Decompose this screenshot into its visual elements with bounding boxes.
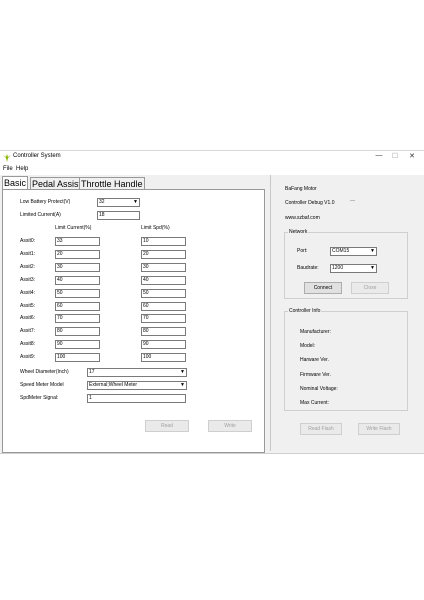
controller-info-label: Manufacturer: bbox=[300, 329, 331, 335]
controller-info-title: Controller Info bbox=[288, 308, 322, 314]
close-connection-button[interactable]: Close bbox=[351, 282, 389, 294]
wheel-diameter-select[interactable]: 17 ▼ bbox=[87, 368, 187, 377]
spdmeter-signal-input[interactable]: 1 bbox=[87, 394, 186, 403]
low-battery-label: Low Battery Protect(V) bbox=[20, 199, 71, 205]
baudrate-label: Baudrate: bbox=[297, 265, 319, 271]
assist-spd-input[interactable]: 50 bbox=[141, 288, 186, 298]
assist-label: Assit6: bbox=[20, 315, 36, 322]
controller-info-label: Max Current: bbox=[300, 400, 329, 406]
port-label: Port: bbox=[297, 248, 308, 254]
app-logo-icon bbox=[3, 154, 11, 162]
assist-spd-input[interactable]: 80 bbox=[141, 327, 186, 337]
assist-current-input[interactable]: 40 bbox=[55, 275, 100, 285]
connection-panel: BaFang Motor Controller Debug V1.0 — www… bbox=[270, 175, 421, 451]
assist-spd-input[interactable]: 100 bbox=[141, 353, 186, 363]
close-window-button[interactable]: ✕ bbox=[405, 152, 419, 160]
chevron-down-icon: ▼ bbox=[180, 382, 185, 388]
window-title: Controller System bbox=[13, 153, 61, 159]
assist-label: Assit1: bbox=[20, 250, 36, 257]
assist-current-input[interactable]: 90 bbox=[55, 340, 100, 350]
menu-help[interactable]: Help bbox=[16, 166, 28, 172]
chevron-down-icon: ▼ bbox=[133, 199, 138, 205]
assist-current-input[interactable]: 20 bbox=[55, 249, 100, 259]
network-group: Network Port: COM15 ▼ Baudrate: 1200 ▼ C… bbox=[284, 229, 408, 299]
minimize-button[interactable]: — bbox=[372, 152, 386, 159]
assist-current-input[interactable]: 60 bbox=[55, 301, 100, 311]
wheel-diameter-value: 17 bbox=[89, 369, 95, 375]
speed-meter-model-value: External;Wheel Meter bbox=[89, 382, 138, 388]
assist-spd-input[interactable]: 30 bbox=[141, 262, 186, 272]
controller-info-label: Nominal Voltage: bbox=[300, 385, 338, 392]
assist-current-input[interactable]: 30 bbox=[55, 262, 100, 272]
wheel-diameter-label: Wheel Diameter(Inch) bbox=[20, 369, 69, 375]
write-flash-button[interactable]: Write Flash bbox=[358, 423, 400, 435]
website-text: www.szbaf.com bbox=[285, 215, 320, 221]
basic-settings-panel: Low Battery Protect(V) 32 ▼ Limited Curr… bbox=[2, 189, 265, 453]
limit-spd-header: Limit Spd(%) bbox=[141, 225, 170, 231]
assist-spd-input[interactable]: 90 bbox=[141, 340, 186, 350]
menu-bar: File Help bbox=[0, 165, 424, 175]
company-name: BaFang Motor bbox=[285, 186, 317, 192]
assist-spd-input[interactable]: 60 bbox=[141, 301, 186, 311]
assist-label: Assit0: bbox=[20, 238, 36, 244]
assist-current-input[interactable]: 80 bbox=[55, 327, 100, 337]
write-button[interactable]: Write bbox=[208, 420, 252, 432]
limited-current-label: Limited Current(A) bbox=[20, 212, 61, 218]
assist-label: Assit9: bbox=[20, 354, 36, 361]
assist-current-input[interactable]: 50 bbox=[55, 288, 100, 298]
controller-info-label: Firmware Ver. bbox=[300, 371, 331, 378]
chevron-down-icon: ▼ bbox=[180, 369, 185, 375]
product-name: Controller Debug V1.0 bbox=[285, 200, 335, 206]
maximize-button[interactable]: ☐ bbox=[388, 152, 402, 160]
baudrate-value: 1200 bbox=[332, 265, 344, 271]
assist-label: Assit4: bbox=[20, 289, 36, 296]
version-mark: — bbox=[350, 198, 355, 204]
assist-spd-input[interactable]: 20 bbox=[141, 249, 186, 259]
chevron-down-icon: ▼ bbox=[370, 265, 375, 271]
spdmeter-signal-label: SpdMeter Signal: bbox=[20, 395, 59, 401]
tab-basic[interactable]: Basic bbox=[2, 176, 29, 190]
speed-meter-model-select[interactable]: External;Wheel Meter ▼ bbox=[87, 381, 187, 390]
menu-file[interactable]: File bbox=[3, 166, 13, 172]
port-select[interactable]: COM15 ▼ bbox=[330, 247, 377, 256]
assist-current-input[interactable]: 100 bbox=[55, 353, 100, 363]
chevron-down-icon: ▼ bbox=[370, 248, 375, 254]
assist-current-input[interactable]: 70 bbox=[55, 314, 100, 324]
assist-label: Assit2: bbox=[20, 263, 36, 270]
low-battery-value: 32 bbox=[99, 199, 105, 205]
controller-info-label: Harware Ver. bbox=[300, 357, 329, 364]
read-flash-button[interactable]: Read Flash bbox=[300, 423, 342, 435]
limited-current-input[interactable]: 18 bbox=[97, 211, 140, 220]
assist-spd-input[interactable]: 70 bbox=[141, 314, 186, 324]
title-bar: Controller System — ☐ ✕ bbox=[0, 151, 424, 165]
assist-label: Assit5: bbox=[20, 302, 36, 309]
baudrate-select[interactable]: 1200 ▼ bbox=[330, 264, 377, 273]
assist-label: Assit3: bbox=[20, 276, 36, 283]
speed-meter-model-label: Speed Meter Model bbox=[20, 382, 64, 388]
application-window: Controller System — ☐ ✕ File Help Basic … bbox=[0, 150, 424, 454]
port-value: COM15 bbox=[332, 248, 350, 254]
network-group-title: Network bbox=[288, 229, 309, 235]
controller-info-group: Controller Info Manufacturer: Model: Harwa… bbox=[284, 308, 408, 411]
low-battery-select[interactable]: 32 ▼ bbox=[97, 198, 140, 207]
controller-info-label: Model: bbox=[300, 343, 316, 350]
read-button[interactable]: Read bbox=[145, 420, 189, 432]
assist-current-input[interactable]: 33 bbox=[55, 237, 100, 246]
assist-spd-input[interactable]: 40 bbox=[141, 275, 186, 285]
assist-spd-input[interactable]: 10 bbox=[141, 237, 186, 246]
assist-label: Assit7: bbox=[20, 328, 36, 335]
limit-current-header: Limit Current(%) bbox=[55, 225, 92, 231]
connect-button[interactable]: Connect bbox=[304, 282, 342, 294]
assist-label: Assit8: bbox=[20, 341, 36, 348]
